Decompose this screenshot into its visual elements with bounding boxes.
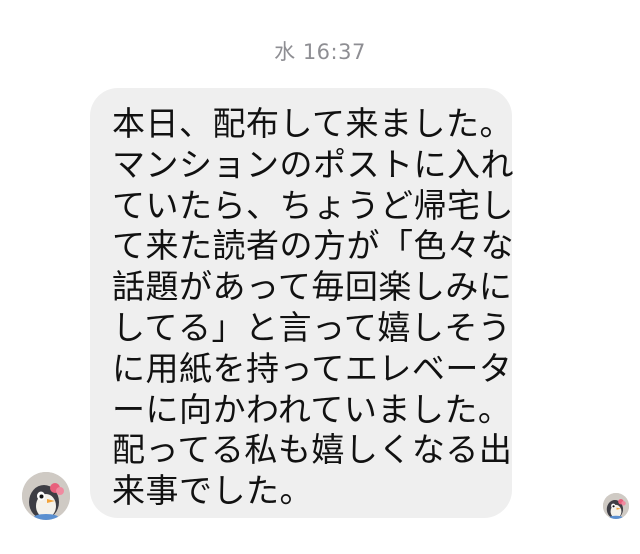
- message-line: 配ってる私も嬉しくなる出: [112, 430, 513, 470]
- message-text: 本日、配布して来ました。 マンションのポストに入れ ていたら、ちょうど帰宅し て…: [112, 104, 514, 512]
- message-line: 話題があって毎回楽しみに: [112, 267, 513, 307]
- message-line: に用紙を持ってエレベータ: [112, 348, 513, 388]
- read-receipt-avatar-icon: [603, 493, 629, 519]
- read-receipt-avatar: [603, 493, 629, 519]
- message-line: て来た読者の方が「色々な: [112, 226, 514, 266]
- message-bubble[interactable]: 本日、配布して来ました。 マンションのポストに入れ ていたら、ちょうど帰宅し て…: [90, 88, 514, 518]
- penguin-avatar-icon: [22, 472, 70, 520]
- message-timestamp: 水 16:37: [274, 40, 366, 64]
- message-line: 本日、配布して来ました。: [112, 104, 514, 143]
- message-line: マンションのポストに入れ: [112, 144, 514, 184]
- message-line: 来事でした。: [112, 471, 313, 511]
- message-line: ていたら、ちょうど帰宅し: [112, 185, 514, 225]
- message-line: ーに向かわれていました。: [112, 389, 512, 429]
- message-line: してる」と言って嬉しそう: [112, 307, 512, 347]
- sender-avatar[interactable]: [22, 472, 70, 520]
